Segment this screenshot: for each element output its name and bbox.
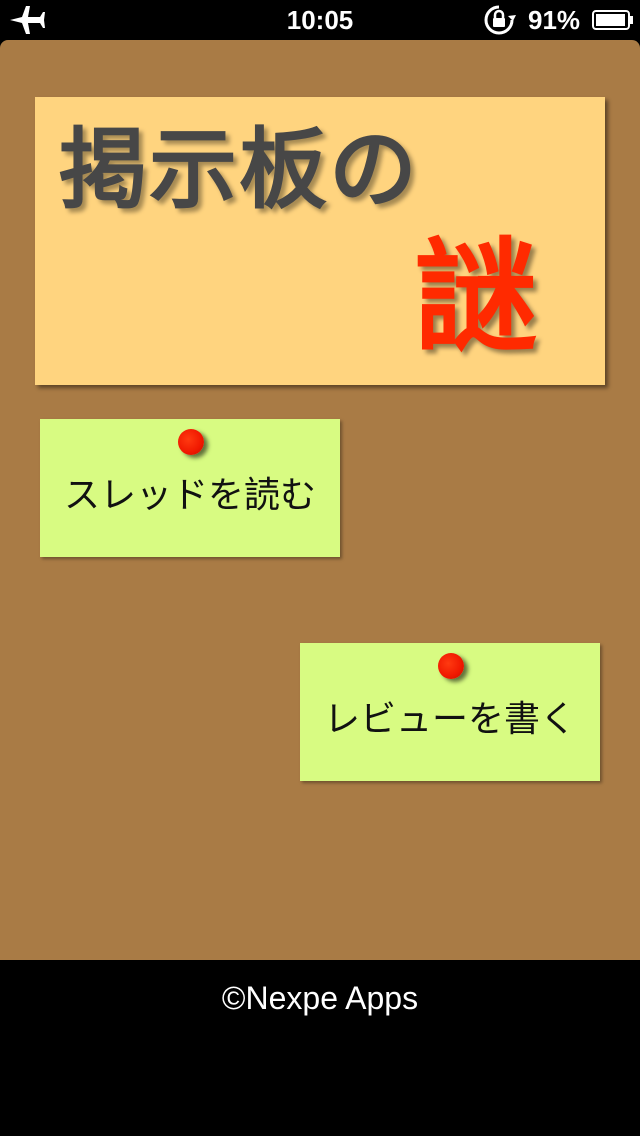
- status-bar: 10:05 91%: [0, 0, 640, 40]
- read-thread-button[interactable]: スレッドを読む: [40, 419, 340, 557]
- app-title-accent: 謎: [415, 226, 537, 368]
- title-note: 掲示板の 謎: [35, 97, 605, 385]
- write-review-label: レビューを書く: [323, 699, 576, 740]
- read-thread-label: スレッドを読む: [63, 475, 316, 516]
- rotation-lock-icon: [484, 5, 516, 35]
- footer: ©Nexpe Apps: [0, 960, 640, 1136]
- write-review-button[interactable]: レビューを書く: [300, 643, 600, 781]
- battery-icon: [592, 10, 633, 30]
- app-screen: 10:05 91% 掲示板の 謎 スレッドを読む レビューを書く ©Nexpe …: [0, 0, 640, 1136]
- battery-percentage: 91%: [528, 5, 581, 35]
- pushpin-icon: [438, 653, 464, 679]
- app-title: 掲示板の: [59, 118, 420, 221]
- cork-board: 掲示板の 謎 スレッドを読む レビューを書く: [0, 40, 640, 960]
- pushpin-icon: [178, 429, 204, 455]
- copyright-text: ©Nexpe Apps: [221, 980, 419, 1016]
